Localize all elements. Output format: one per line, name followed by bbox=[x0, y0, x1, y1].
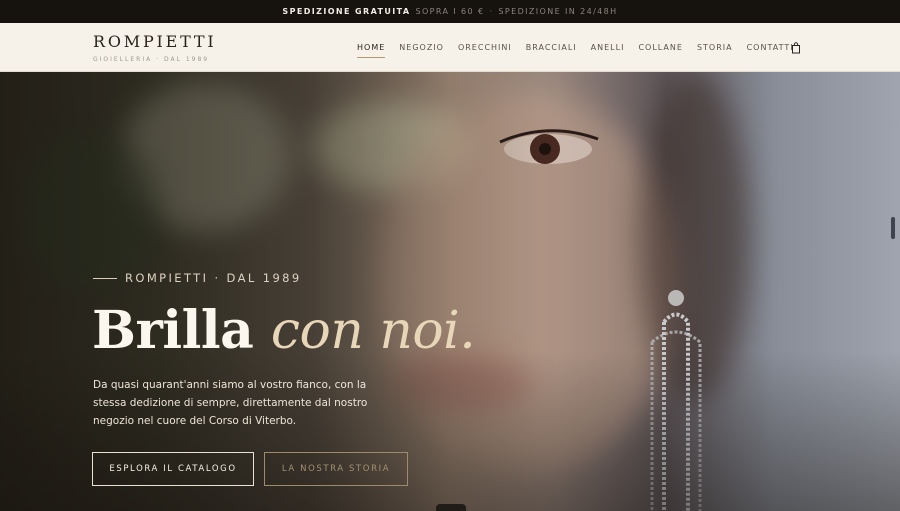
nav-negozio[interactable]: NEGOZIO bbox=[399, 43, 444, 58]
promo-strong-text: SPEDIZIONE GRATUITA bbox=[282, 7, 411, 16]
hero-headline: Brilla con noi. bbox=[92, 300, 476, 361]
nav-contatti[interactable]: CONTATTI bbox=[747, 43, 794, 58]
eyebrow-text: ROMPIETTI · DAL 1989 bbox=[125, 271, 302, 285]
nav-anelli[interactable]: ANELLI bbox=[591, 43, 625, 58]
logo-name[interactable]: ROMPIETTI bbox=[93, 32, 216, 51]
explore-catalog-button[interactable]: ESPLORA IL CATALOGO bbox=[92, 452, 254, 486]
nav-collane[interactable]: COLLANE bbox=[638, 43, 683, 58]
nav-storia[interactable]: STORIA bbox=[697, 43, 733, 58]
promo-bar: SPEDIZIONE GRATUITA SOPRA I 60 € · SPEDI… bbox=[0, 0, 900, 23]
promo-text-2: SPEDIZIONE IN 24/48H bbox=[498, 7, 618, 16]
shopping-bag-icon[interactable] bbox=[791, 42, 801, 54]
eyebrow-line bbox=[93, 277, 117, 279]
promo-separator: · bbox=[489, 7, 494, 16]
slider-handle[interactable] bbox=[436, 504, 466, 511]
hero-bottom-overlay bbox=[0, 351, 900, 511]
logo-tagline: GIOIELLERIA · DAL 1989 bbox=[93, 56, 210, 63]
scroll-indicator[interactable] bbox=[891, 217, 895, 239]
headline-italic: con noi. bbox=[270, 301, 476, 361]
headline-plain: Brilla bbox=[92, 300, 254, 361]
nav-bracciali[interactable]: BRACCIALI bbox=[526, 43, 577, 58]
logo[interactable]: ROMPIETTI GIOIELLERIA · DAL 1989 bbox=[93, 32, 216, 63]
hero-eyebrow: ROMPIETTI · DAL 1989 bbox=[93, 271, 302, 285]
hero-section: ROMPIETTI · DAL 1989 Brilla con noi. Da … bbox=[0, 72, 900, 511]
main-nav: HOME NEGOZIO ORECCHINI BRACCIALI ANELLI … bbox=[357, 43, 794, 58]
hero-lead: Da quasi quarant'anni siamo al vostro fi… bbox=[93, 379, 368, 427]
our-story-button[interactable]: LA NOSTRA STORIA bbox=[264, 452, 408, 486]
nav-orecchini[interactable]: ORECCHINI bbox=[458, 43, 512, 58]
site-header: ROMPIETTI GIOIELLERIA · DAL 1989 HOME NE… bbox=[0, 23, 900, 72]
promo-text: SOPRA I 60 € bbox=[415, 7, 485, 16]
nav-home[interactable]: HOME bbox=[357, 43, 386, 58]
